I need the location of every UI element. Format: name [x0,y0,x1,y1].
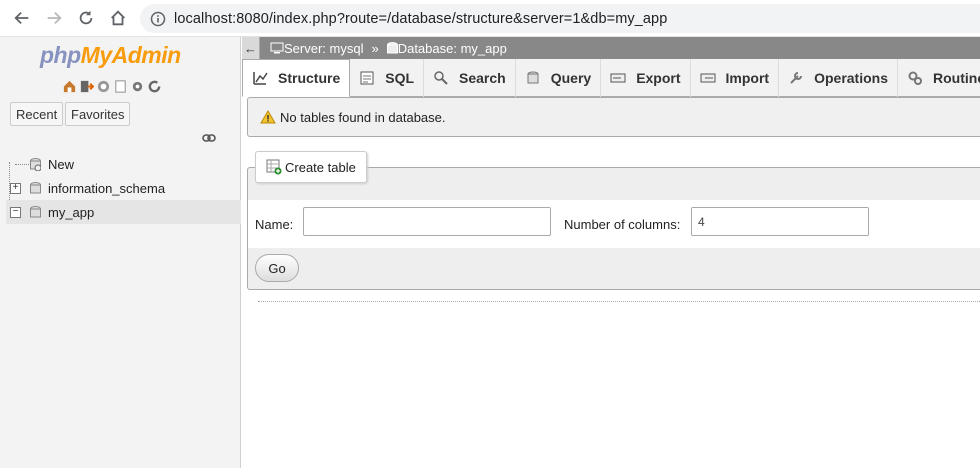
breadcrumb-server[interactable]: Server: mysql [284,41,363,56]
number-of-columns-input[interactable]: 4 [691,207,869,236]
columns-label: Number of columns: [564,216,681,232]
import-icon [700,73,716,83]
tree-item-label: New [48,156,75,172]
server-icon [270,42,284,54]
info-icon [150,11,166,26]
notice-text: No tables found in database. [280,109,446,125]
navigation-panel: phpMyAdmin Recent Favorites New + inform… [0,37,241,468]
expand-icon[interactable]: + [10,183,21,194]
tree-item-information-schema[interactable]: + information_schema [6,176,241,200]
home-icon[interactable] [62,79,77,94]
database-icon [386,41,398,53]
tree-item-my-app[interactable]: − my_app [6,200,241,224]
tab-structure[interactable]: Structure [242,59,351,97]
tab-sql[interactable]: SQL [350,59,425,97]
export-icon [610,73,626,83]
warning-icon [260,110,276,124]
notice-message: No tables found in database. [247,97,980,137]
collapse-sidebar-button[interactable]: ← [242,37,260,59]
go-button[interactable]: Go [255,254,299,282]
tab-operations[interactable]: Operations [779,59,898,97]
breadcrumb: Server: mysql » Database: my_app [270,41,507,56]
browser-toolbar: localhost:8080/index.php?route=/database… [0,0,980,37]
name-label: Name: [255,216,294,232]
tree-item-label: my_app [48,204,95,220]
breadcrumb-database[interactable]: Database: my_app [398,41,507,56]
tree-item-new[interactable]: New [6,152,241,176]
database-tree: New + information_schema − my_app [6,152,241,224]
reload-icon [79,10,93,25]
arrow-left-icon [14,11,29,25]
create-table-icon [266,159,282,175]
tab-search[interactable]: Search [424,59,516,97]
collapse-icon[interactable]: − [10,207,21,218]
address-bar[interactable]: localhost:8080/index.php?route=/database… [140,4,980,33]
tab-routines[interactable]: Routines [898,59,980,97]
forward-button[interactable] [38,2,70,34]
routines-icon [908,71,922,85]
main-content: ← Server: mysql » Database: my_app Struc… [242,37,980,468]
tab-export[interactable]: Export [601,59,691,97]
favorites-tab-button[interactable]: Favorites [65,102,131,126]
link-icon[interactable] [202,133,216,143]
help-icon[interactable] [96,79,111,94]
sql-icon [360,71,374,85]
tab-import[interactable]: Import [691,59,780,97]
quick-icons [62,79,162,94]
tab-query[interactable]: Query [516,59,602,97]
wrench-icon [790,72,803,84]
reload-icon[interactable] [147,79,162,94]
table-name-input[interactable] [303,207,551,236]
phpmyadmin-logo[interactable]: phpMyAdmin [40,42,181,69]
create-table-legend: Create table [255,151,367,183]
database-icon [30,182,41,194]
logout-icon[interactable] [79,79,94,94]
database-tabs: Structure SQL Search Query Export Import… [242,59,980,97]
create-table-fieldset: Create table Name: Number of columns: 4 … [247,151,980,290]
create-table-form-row: Name: Number of columns: 4 [248,200,980,248]
breadcrumb-bar: ← Server: mysql » Database: my_app [242,37,980,59]
url-text: localhost:8080/index.php?route=/database… [174,10,668,27]
docs-icon[interactable] [113,79,128,94]
divider [258,301,980,302]
home-icon [111,10,125,26]
database-icon [30,206,41,218]
query-icon [527,71,539,84]
settings-icon[interactable] [130,79,145,94]
new-db-icon [30,158,41,171]
search-icon [434,71,448,85]
tree-item-label: information_schema [48,180,166,196]
breadcrumb-separator: » [371,40,379,56]
reload-button[interactable] [70,2,102,34]
recent-tab-button[interactable]: Recent [10,102,64,126]
home-button[interactable] [102,2,134,34]
structure-icon [253,72,268,85]
back-button[interactable] [6,2,38,34]
arrow-right-icon [47,11,62,25]
